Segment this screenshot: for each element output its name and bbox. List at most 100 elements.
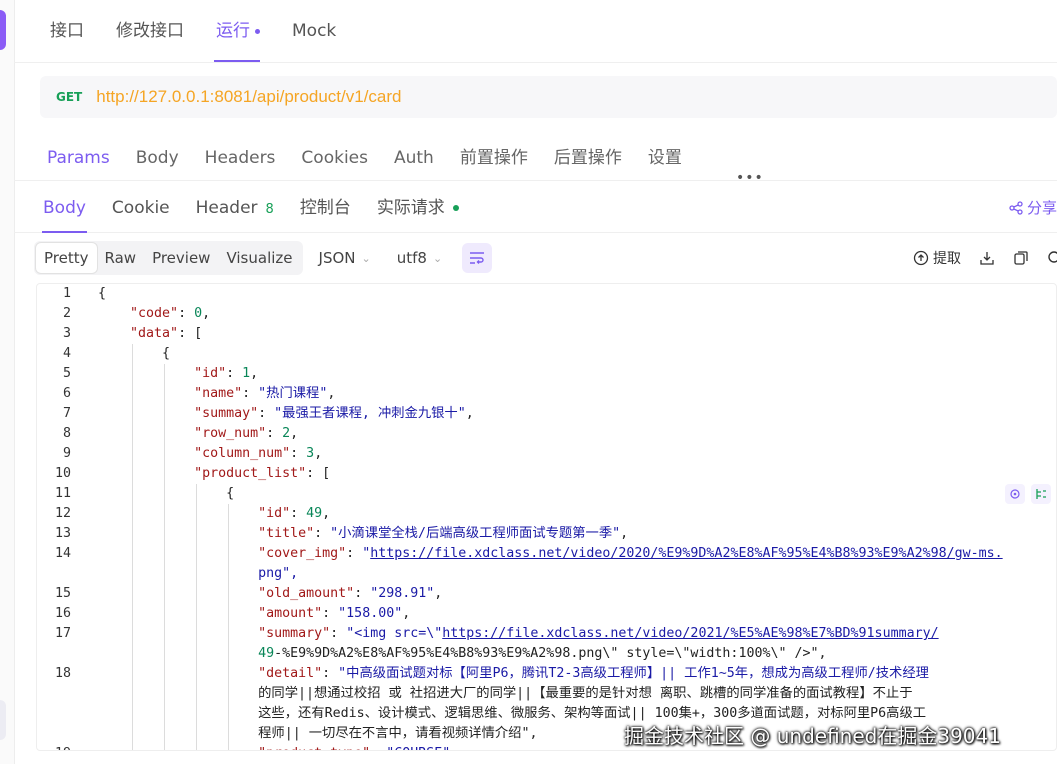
indent-guide [132,664,133,684]
indent-guide [132,484,133,504]
code-text: { [98,286,107,301]
copy-button[interactable] [1013,250,1029,266]
code-line: 18 "detail": "中高级面试题对标【阿里P6，腾讯T2-3高级工程师】… [37,664,1056,684]
code-text: "id": 49, [98,504,330,524]
format-select[interactable]: JSON ⌄ [317,249,373,267]
encoding-value: utf8 [396,249,427,267]
mode-visualize[interactable]: Visualize [218,243,300,273]
response-toolbar: Pretty Raw Preview Visualize JSON ⌄ utf8 ⌄… [34,240,1057,276]
encoding-select[interactable]: utf8 ⌄ [395,249,444,267]
tab-interface[interactable]: 接口 [34,0,100,62]
indent-guide [228,584,229,604]
code-text: { [98,344,170,364]
tab-console[interactable]: 控制台 [287,184,364,232]
line-number [37,564,71,584]
http-method-badge[interactable]: GET [56,90,82,104]
indent-guide [132,344,133,364]
indent-guide [164,644,165,664]
indent-guide [228,564,229,584]
line-number [37,724,71,744]
line-number: 12 [54,506,71,521]
indent-guide [164,744,165,750]
tab-body[interactable]: Body [123,132,192,180]
tab-post-script[interactable]: 后置操作 [541,132,635,180]
indent-guide [164,584,165,604]
tab-edit-interface[interactable]: 修改接口 [100,0,200,62]
code-line: 9 "column_num": 3, [37,444,1056,464]
indent-guide [228,724,229,744]
indent-guide [164,604,165,624]
code-line: 16 "amount": "158.00", [37,604,1056,624]
mode-preview[interactable]: Preview [144,243,218,273]
indent-guide [164,524,165,544]
indent-guide [164,504,165,524]
mode-pretty[interactable]: Pretty [36,243,97,273]
indent-guide [132,584,133,604]
tab-response-body[interactable]: Body [30,184,99,233]
code-text: "name": "热门课程", [98,384,335,404]
indent-guide [132,644,133,664]
structure-button[interactable] [1031,484,1051,504]
tab-run[interactable]: 运行 [200,0,276,62]
line-number: 16 [54,606,71,621]
code-line: 11 { [37,484,1056,504]
code-text: "id": 1, [98,364,258,384]
indent-guide [196,504,197,524]
extract-button[interactable]: 提取 [913,248,961,268]
indent-guide [164,664,165,684]
tab-params[interactable]: Params [34,132,123,180]
tab-auth[interactable]: Auth [381,132,447,180]
indent-guide [228,704,229,724]
mode-raw[interactable]: Raw [97,243,145,273]
indent-guide [196,704,197,724]
indent-guide [164,704,165,724]
word-wrap-button[interactable] [462,243,493,273]
tab-label: 运行 [216,21,250,41]
code-text: "summay": "最强王者课程, 冲刺金九银十", [98,404,474,424]
target-icon [1010,489,1020,499]
line-number: 6 [62,386,71,401]
format-value: JSON [318,249,356,267]
tab-label: Mock [292,21,337,41]
tab-headers[interactable]: Headers [192,132,289,180]
indent-guide [132,744,133,750]
line-number: 9 [62,446,71,461]
line-number [37,704,71,724]
indent-guide [164,464,165,484]
indent-guide [228,604,229,624]
tab-settings[interactable]: 设置 [635,132,695,180]
code-text: "column_num": 3, [98,444,322,464]
tab-mock[interactable]: Mock [276,0,352,62]
line-number: 11 [54,486,71,501]
tab-response-cookie[interactable]: Cookie [99,184,183,232]
tab-label: Header [195,198,258,218]
code-line: 7 "summay": "最强王者课程, 冲刺金九银十", [37,404,1056,424]
sidebar-indicator[interactable] [0,700,6,740]
search-button[interactable] [1047,250,1057,266]
chevron-down-icon: ⌄ [432,251,443,265]
share-button[interactable]: 分享 [1009,184,1057,232]
request-url-bar[interactable]: GET http://127.0.0.1:8081/api/product/v1… [40,76,1057,118]
tab-response-header[interactable]: Header 8 [183,184,287,232]
line-number: 7 [62,406,71,421]
indent-guide [196,724,197,744]
code-line: 12 "id": 49, [37,504,1056,524]
download-button[interactable] [979,250,995,266]
tab-pre-script[interactable]: 前置操作 [447,132,541,180]
editor-floating-tools [1005,484,1051,504]
line-number: 17 [54,626,71,641]
request-url[interactable]: http://127.0.0.1:8081/api/product/v1/car… [96,87,401,107]
code-text: "data": [ [130,326,203,341]
code-line: 8 "row_num": 2, [37,424,1056,444]
code-line: 17 "summary": "<img src=\"https://file.x… [37,624,1056,644]
indent-guide [196,604,197,624]
indent-guide [196,744,197,750]
tab-cookies[interactable]: Cookies [288,132,381,180]
locate-button[interactable] [1005,484,1025,504]
tab-actual-request[interactable]: 实际请求 [364,184,472,232]
line-number: 5 [62,366,71,381]
response-code-editor[interactable]: 1{2 "code": 0, 3 "data": [4 {5 "id": 1, 6 … [36,283,1057,751]
indent-guide [164,564,165,584]
active-sidebar-indicator[interactable] [0,10,6,50]
indent-guide [228,524,229,544]
